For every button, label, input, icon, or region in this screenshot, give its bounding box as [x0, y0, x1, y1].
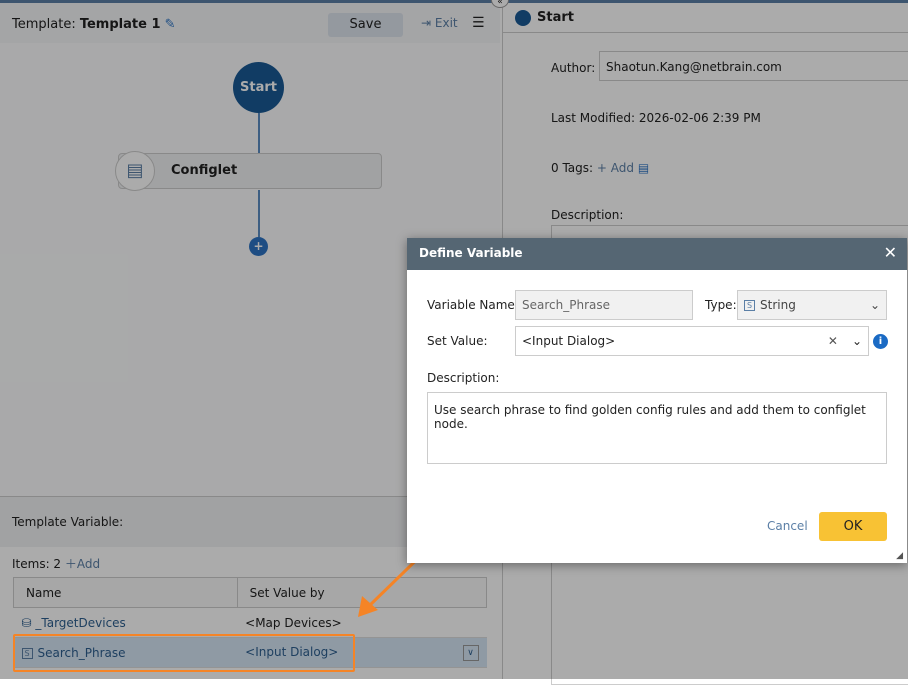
clear-icon[interactable]: ✕ [828, 334, 838, 348]
set-value-select[interactable]: <Input Dialog> ⌄ ✕ [515, 326, 869, 356]
type-label: Type: [705, 298, 737, 312]
dialog-title: Define Variable [419, 246, 523, 260]
define-variable-dialog: Define Variable ✕ Variable Name: Search_P… [407, 238, 907, 563]
set-value: <Input Dialog> [522, 334, 616, 348]
string-icon: S [744, 300, 755, 311]
variable-name-input[interactable]: Search_Phrase [515, 290, 693, 320]
variable-name-label: Variable Name: [427, 298, 519, 312]
close-icon[interactable]: ✕ [884, 243, 897, 262]
chevron-down-icon: ⌄ [851, 334, 862, 348]
cancel-button[interactable]: Cancel [767, 519, 808, 533]
type-select[interactable]: S String ⌄ [737, 290, 887, 320]
ok-button[interactable]: OK [819, 512, 887, 541]
chevron-down-icon: ⌄ [869, 298, 880, 312]
type-value: String [760, 298, 796, 312]
description-label: Description: [427, 371, 500, 385]
resize-handle-icon[interactable]: ◢ [896, 551, 903, 561]
set-value-label: Set Value: [427, 334, 488, 348]
info-icon[interactable]: i [873, 334, 888, 349]
description-textarea[interactable]: Use search phrase to find golden config … [427, 392, 887, 464]
dialog-header: Define Variable ✕ [407, 238, 907, 270]
